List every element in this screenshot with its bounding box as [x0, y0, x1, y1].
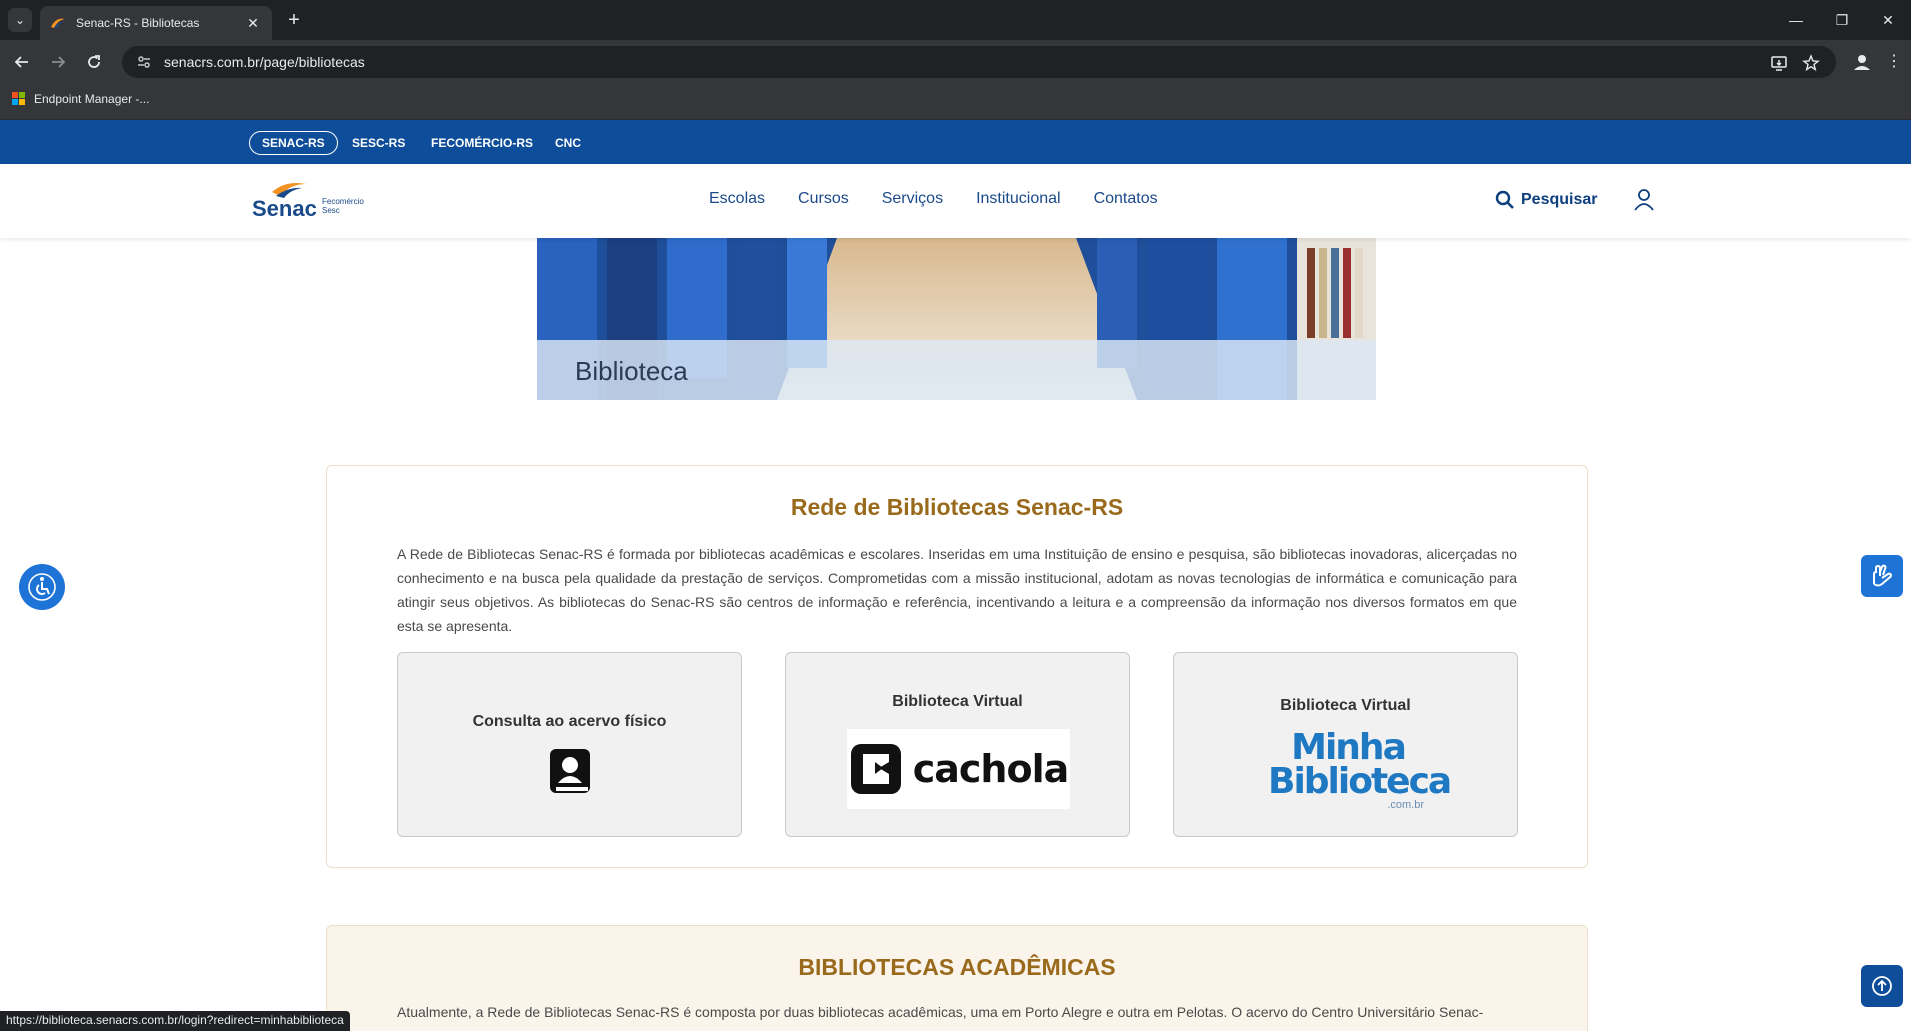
wheelchair-icon	[28, 573, 56, 601]
cachola-mark-icon	[850, 744, 901, 794]
institution-link-sesc-rs[interactable]: SESC-RS	[352, 131, 405, 155]
reload-icon[interactable]	[80, 48, 108, 76]
logo-sub-2: Sesc	[322, 206, 340, 215]
tile-physical-collection[interactable]: Consulta ao acervo físico	[397, 652, 742, 837]
browser-toolbar: senacrs.com.br/page/bibliotecas ⋮	[0, 40, 1911, 84]
browser-tab-bar: ⌄ Senac-RS - Bibliotecas ✕ + — ❐ ✕	[0, 0, 1911, 40]
library-banner: Biblioteca	[537, 238, 1376, 400]
cachola-logo: cachola	[847, 729, 1070, 809]
microsoft-logo-icon	[12, 92, 26, 106]
hands-icon	[1873, 564, 1893, 587]
arrow-up-icon	[1872, 976, 1892, 996]
close-window-icon[interactable]: ✕	[1865, 0, 1911, 40]
section-text: A Rede de Bibliotecas Senac-RS é formada…	[397, 546, 1517, 634]
link-status-bar: https://biblioteca.senacrs.com.br/login?…	[0, 1011, 350, 1031]
restore-icon[interactable]: ❐	[1819, 0, 1865, 40]
back-to-top-button[interactable]	[1861, 965, 1903, 1007]
accessibility-button[interactable]	[19, 564, 65, 610]
institution-link-senac-rs[interactable]: SENAC-RS	[249, 131, 338, 155]
forward-arrow-icon[interactable]	[44, 48, 72, 76]
banner-title: Biblioteca	[575, 356, 688, 386]
site-header: Senac Fecomércio Sesc Escolas Cursos Ser…	[0, 164, 1911, 238]
address-bar[interactable]: senacrs.com.br/page/bibliotecas	[122, 46, 1836, 78]
senac-favicon-icon	[51, 18, 65, 28]
institutions-bar: SENAC-RS SESC-RS FECOMÉRCIO-RS CNC	[0, 120, 1911, 164]
academic-libraries-section: BIBLIOTECAS ACADÊMICAS Atualmente, a Red…	[326, 925, 1588, 1031]
section-text: Atualmente, a Rede de Bibliotecas Senac-…	[397, 1004, 1484, 1020]
bookmark-label: Endpoint Manager -...	[34, 92, 150, 106]
back-arrow-icon[interactable]	[8, 48, 36, 76]
bookmark-endpoint-manager[interactable]: Endpoint Manager -...	[12, 92, 149, 106]
sign-language-button[interactable]	[1861, 555, 1903, 597]
minha-logo-line-2: Biblioteca	[1268, 761, 1452, 802]
main-nav: Escolas Cursos Serviços Institucional Co…	[709, 190, 1191, 208]
book-icon	[550, 749, 590, 793]
tab-title: Senac-RS - Bibliotecas	[76, 16, 200, 30]
user-account-icon[interactable]	[1633, 188, 1655, 212]
install-app-icon[interactable]	[1770, 54, 1788, 72]
minimize-icon[interactable]: —	[1773, 0, 1819, 40]
tile-virtual-library-cachola[interactable]: Biblioteca Virtual cachola	[785, 652, 1130, 837]
tile-label: Biblioteca Virtual	[1280, 697, 1411, 714]
window-controls: — ❐ ✕	[1773, 0, 1911, 40]
tile-label: Biblioteca Virtual	[892, 693, 1023, 710]
logo-sub-1: Fecomércio	[322, 197, 364, 206]
tab-close-icon[interactable]: ✕	[244, 15, 262, 32]
tile-virtual-library-minha-biblioteca[interactable]: Biblioteca Virtual Minha Biblioteca .com…	[1173, 652, 1518, 837]
nav-escolas[interactable]: Escolas	[709, 190, 765, 208]
section-title: Rede de Bibliotecas Senac-RS	[790, 494, 1124, 520]
library-network-section: Rede de Bibliotecas Senac-RS A Rede de B…	[326, 465, 1588, 868]
search-icon	[1495, 190, 1514, 209]
institution-link-cnc[interactable]: CNC	[555, 131, 581, 155]
nav-cursos[interactable]: Cursos	[798, 190, 849, 208]
nav-servicos[interactable]: Serviços	[882, 190, 943, 208]
minha-logo-line-1: Minha	[1291, 727, 1407, 768]
search-label: Pesquisar	[1521, 191, 1598, 208]
tile-label: Consulta ao acervo físico	[472, 713, 667, 730]
site-info-icon[interactable]	[134, 52, 154, 72]
cachola-wordmark: cachola	[912, 747, 1070, 791]
profile-icon[interactable]	[1850, 50, 1874, 74]
search-button[interactable]: Pesquisar	[1495, 190, 1597, 210]
section-title: BIBLIOTECAS ACADÊMICAS	[798, 954, 1116, 980]
new-tab-button[interactable]: +	[282, 8, 306, 32]
logo-word: Senac	[252, 196, 317, 221]
kebab-menu-icon[interactable]: ⋮	[1886, 50, 1902, 74]
bookmarks-bar: Endpoint Manager -...	[0, 84, 1911, 120]
senac-logo[interactable]: Senac Fecomércio Sesc	[250, 178, 370, 222]
institution-link-fecomercio-rs[interactable]: FECOMÉRCIO-RS	[431, 131, 533, 155]
nav-institucional[interactable]: Institucional	[976, 190, 1061, 208]
nav-contatos[interactable]: Contatos	[1094, 190, 1158, 208]
minha-biblioteca-logo: Minha Biblioteca .com.br	[1268, 727, 1452, 812]
tab-search-button[interactable]: ⌄	[8, 8, 32, 32]
minha-logo-suffix: .com.br	[1387, 799, 1424, 811]
url-text: senacrs.com.br/page/bibliotecas	[164, 54, 365, 70]
bookmark-star-icon[interactable]	[1802, 54, 1820, 72]
browser-tab[interactable]: Senac-RS - Bibliotecas ✕	[40, 6, 272, 40]
